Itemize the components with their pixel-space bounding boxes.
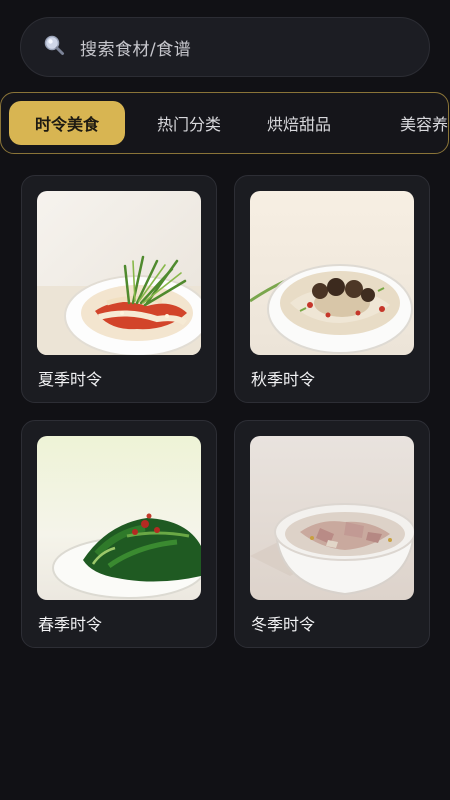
- category-tabs: 时令美食 热门分类 烘焙甜品 美容养: [0, 92, 449, 154]
- search-icon: [43, 34, 80, 60]
- card-autumn[interactable]: 秋季时令: [234, 175, 430, 403]
- tab-seasonal-food[interactable]: 时令美食: [9, 101, 125, 145]
- search-placeholder: 搜索食材/食谱: [80, 39, 192, 60]
- card-spring-label: 春季时令: [38, 615, 103, 634]
- card-autumn-label: 秋季时令: [251, 370, 316, 389]
- autumn-dish-image: [250, 191, 414, 355]
- card-spring[interactable]: 春季时令: [21, 420, 217, 648]
- card-winter-label: 冬季时令: [251, 615, 316, 634]
- card-summer[interactable]: 夏季时令: [21, 175, 217, 403]
- summer-dish-image: [37, 191, 201, 355]
- search-input[interactable]: 搜索食材/食谱: [20, 17, 430, 77]
- card-summer-label: 夏季时令: [38, 370, 103, 389]
- tab-beauty-health[interactable]: 美容养: [400, 101, 448, 145]
- card-winter[interactable]: 冬季时令: [234, 420, 430, 648]
- winter-dish-image: [250, 436, 414, 600]
- tab-popular-categories[interactable]: 热门分类: [135, 101, 243, 145]
- tab-baking-desserts[interactable]: 烘焙甜品: [261, 101, 337, 145]
- spring-dish-image: [37, 436, 201, 600]
